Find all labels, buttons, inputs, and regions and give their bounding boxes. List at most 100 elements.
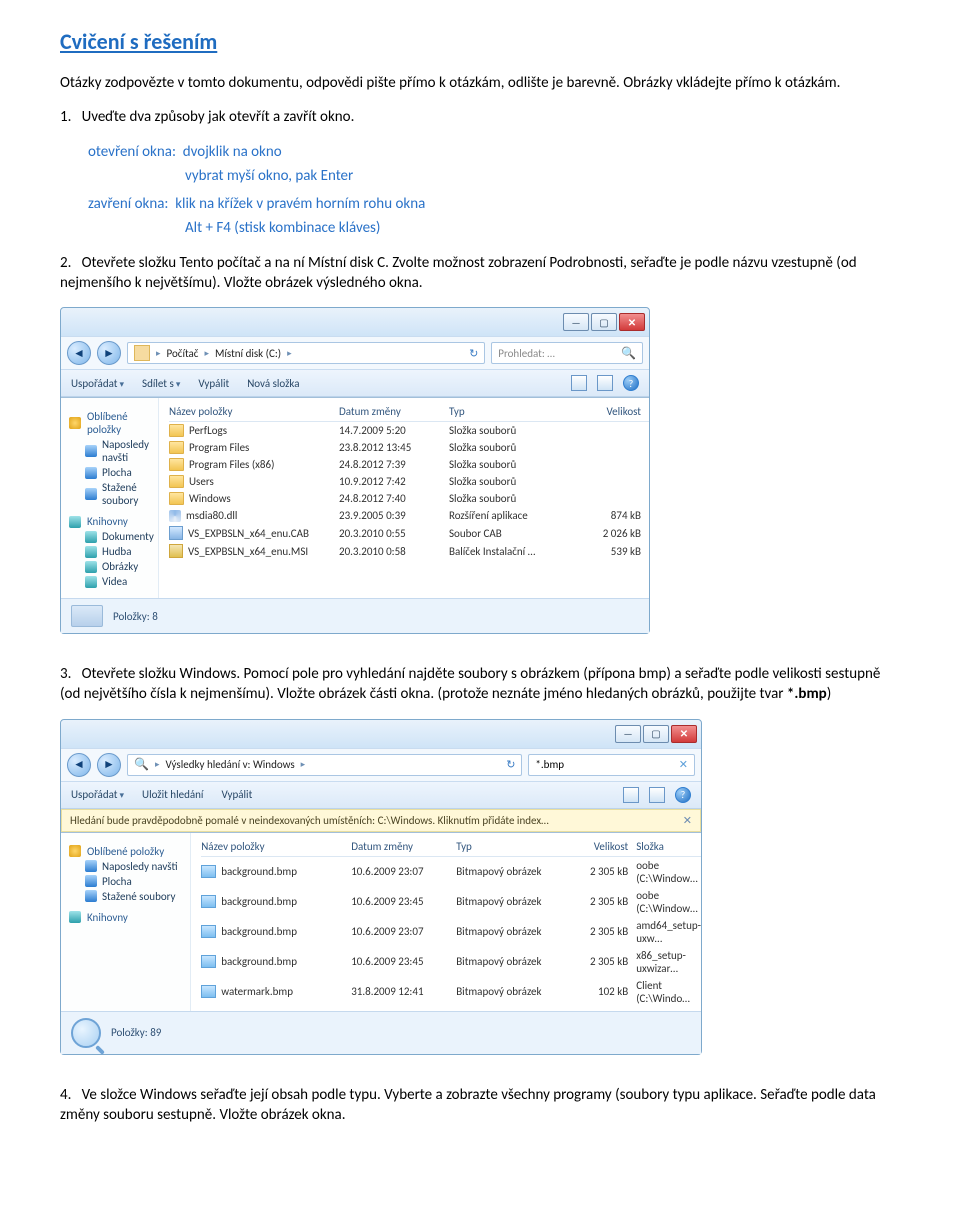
search-input[interactable]: Prohledat: … 🔍	[491, 342, 643, 364]
file-name: background.bmp	[221, 895, 297, 908]
sidebar-item[interactable]: Hudba	[85, 545, 154, 558]
downloads-icon	[85, 488, 97, 500]
crumb-0[interactable]: Počítač	[167, 347, 199, 360]
sidebar-item[interactable]: Obrázky	[85, 560, 154, 573]
preview-icon[interactable]	[649, 787, 665, 803]
tool-organize[interactable]: Uspořádat	[71, 377, 124, 390]
sidebar-item[interactable]: Naposledy navšti	[85, 860, 186, 873]
view-icon[interactable]	[623, 787, 639, 803]
refresh-icon[interactable]: ↻	[506, 758, 515, 771]
sidebar-item[interactable]: Stažené soubory	[85, 890, 186, 903]
maximize-button[interactable]: ▢	[591, 313, 617, 331]
bmp-icon	[201, 925, 216, 938]
info-bar[interactable]: Hledání bude pravděpodobně pomalé v nein…	[61, 809, 701, 832]
sidebar-libraries[interactable]: Knihovny	[69, 911, 186, 924]
clear-icon[interactable]: ✕	[679, 758, 688, 771]
close-button[interactable]: ✕	[671, 725, 697, 743]
breadcrumb[interactable]: 🔍 ▸ Výsledky hledání v: Windows ▸ ↻	[127, 754, 522, 776]
minimize-button[interactable]: —	[615, 725, 641, 743]
sidebar-favorites[interactable]: Oblíbené položky	[69, 845, 186, 858]
nav-row: ◄ ► 🔍 ▸ Výsledky hledání v: Windows ▸ ↻ …	[61, 748, 701, 782]
file-list: Název položky Datum změny Typ Velikost S…	[191, 833, 701, 1011]
file-size: 874 kB	[569, 509, 649, 522]
table-row[interactable]: PerfLogs 14.7.2009 5:20 Složka souborů	[169, 422, 649, 439]
file-date: 10.9.2012 7:42	[339, 475, 449, 488]
sidebar-item[interactable]: Plocha	[85, 875, 186, 888]
drive-icon	[134, 345, 150, 361]
titlebar: — ▢ ✕	[61, 308, 649, 336]
sidebar-libraries[interactable]: Knihovny	[69, 515, 154, 528]
library-icon	[69, 911, 81, 923]
forward-button[interactable]: ►	[97, 341, 121, 365]
table-row[interactable]: Windows 24.8.2012 7:40 Složka souborů	[169, 490, 649, 507]
crumb-1[interactable]: Místní disk (C:)	[215, 347, 281, 360]
table-row[interactable]: msdia80.dll 23.9.2005 0:39 Rozšíření apl…	[169, 507, 649, 524]
table-row[interactable]: watermark.bmp 31.8.2009 12:41 Bitmapový …	[201, 977, 701, 1007]
file-type: Složka souborů	[449, 424, 569, 437]
q3-text-b: )	[827, 685, 832, 703]
star-icon	[69, 417, 81, 429]
maximize-button[interactable]: ▢	[643, 725, 669, 743]
sidebar-item[interactable]: Stažené soubory	[85, 481, 154, 507]
breadcrumb[interactable]: ▸ Počítač ▸ Místní disk (C:) ▸ ↻	[127, 342, 485, 364]
file-folder: x86_setup-uxwizar…	[636, 949, 701, 975]
file-type: Bitmapový obrázek	[456, 895, 566, 908]
tool-organize[interactable]: Uspořádat	[71, 788, 124, 801]
help-icon[interactable]: ?	[623, 375, 639, 391]
close-button[interactable]: ✕	[619, 313, 645, 331]
table-row[interactable]: Program Files 23.8.2012 13:45 Složka sou…	[169, 439, 649, 456]
recent-icon	[85, 445, 97, 457]
file-date: 10.6.2009 23:07	[351, 865, 456, 878]
view-icon[interactable]	[571, 375, 587, 391]
help-icon[interactable]: ?	[675, 787, 691, 803]
recent-icon	[85, 860, 97, 872]
file-date: 31.8.2009 12:41	[351, 985, 456, 998]
table-row[interactable]: background.bmp 10.6.2009 23:07 Bitmapový…	[201, 917, 701, 947]
sidebar-item[interactable]: Videa	[85, 575, 154, 588]
downloads-icon	[85, 890, 97, 902]
search-input[interactable]: *.bmp ✕	[528, 754, 695, 776]
tool-burn[interactable]: Vypálit	[198, 377, 229, 390]
file-date: 10.6.2009 23:07	[351, 925, 456, 938]
table-row[interactable]: background.bmp 10.6.2009 23:45 Bitmapový…	[201, 887, 701, 917]
file-size: 102 kB	[566, 985, 636, 998]
music-icon	[85, 546, 97, 558]
crumb-label: Výsledky hledání v: Windows	[165, 758, 294, 771]
file-size: 2 026 kB	[569, 527, 649, 540]
q3-text-a: Otevřete složku Windows. Pomocí pole pro…	[60, 665, 880, 703]
forward-button[interactable]: ►	[97, 753, 121, 777]
file-icon	[169, 526, 183, 540]
sidebar-item[interactable]: Dokumenty	[85, 530, 154, 543]
tool-save-search[interactable]: Uložit hledání	[142, 788, 203, 801]
info-close-icon[interactable]: ✕	[683, 814, 692, 827]
table-row[interactable]: Users 10.9.2012 7:42 Složka souborů	[169, 473, 649, 490]
q2-text: Otevřete složku Tento počítač a na ní Mí…	[60, 254, 857, 292]
file-size: 539 kB	[569, 545, 649, 558]
table-row[interactable]: Program Files (x86) 24.8.2012 7:39 Složk…	[169, 456, 649, 473]
pictures-icon	[85, 561, 97, 573]
tool-newfolder[interactable]: Nová složka	[247, 377, 299, 390]
file-date: 23.8.2012 13:45	[339, 441, 449, 454]
back-button[interactable]: ◄	[67, 753, 91, 777]
star-icon	[69, 845, 81, 857]
table-row[interactable]: background.bmp 10.6.2009 23:07 Bitmapový…	[201, 857, 701, 887]
back-button[interactable]: ◄	[67, 341, 91, 365]
column-headers[interactable]: Název položky Datum změny Typ Velikost	[169, 402, 649, 422]
refresh-icon[interactable]: ↻	[469, 347, 478, 360]
file-type: Bitmapový obrázek	[456, 955, 566, 968]
column-headers[interactable]: Název položky Datum změny Typ Velikost S…	[201, 837, 701, 857]
file-name: background.bmp	[221, 865, 297, 878]
sidebar-item[interactable]: Naposledy navšti	[85, 438, 154, 464]
sidebar-favorites[interactable]: Oblíbené položky	[69, 410, 154, 436]
tool-burn[interactable]: Vypálit	[221, 788, 252, 801]
q1: 1. Uveďte dva způsoby jak otevřít a zavř…	[60, 107, 900, 127]
sidebar-item[interactable]: Plocha	[85, 466, 154, 479]
table-row[interactable]: background.bmp 10.6.2009 23:45 Bitmapový…	[201, 947, 701, 977]
chevron-icon: ▸	[204, 348, 209, 359]
table-row[interactable]: VS_EXPBSLN_x64_enu.MSI 20.3.2010 0:58 Ba…	[169, 542, 649, 560]
tool-share[interactable]: Sdílet s	[142, 377, 180, 390]
q4-num: 4.	[60, 1086, 71, 1104]
preview-icon[interactable]	[597, 375, 613, 391]
table-row[interactable]: VS_EXPBSLN_x64_enu.CAB 20.3.2010 0:55 So…	[169, 524, 649, 542]
minimize-button[interactable]: —	[563, 313, 589, 331]
